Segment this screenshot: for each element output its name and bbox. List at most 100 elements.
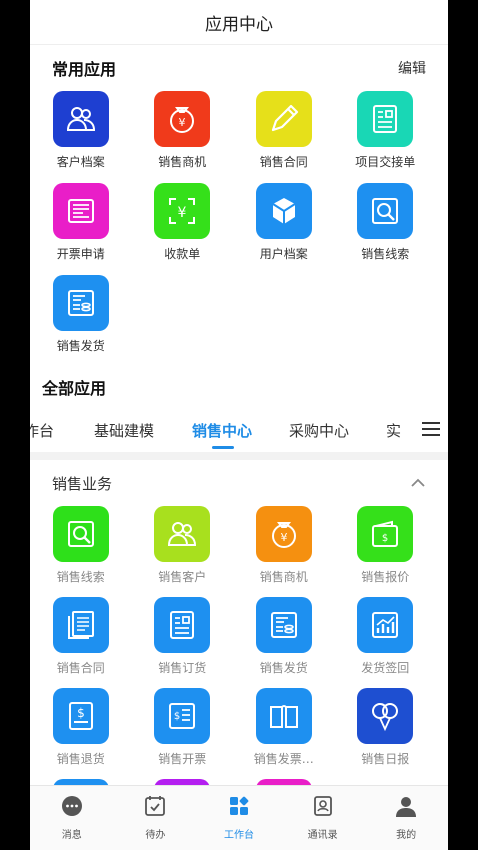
- sales-app-4[interactable]: 销售合同: [30, 597, 132, 676]
- favorites-title: 常用应用: [52, 60, 117, 79]
- wallet-icon: $: [357, 506, 414, 562]
- active-tab-indicator: [212, 446, 234, 449]
- balloons-icon: [357, 688, 414, 744]
- cube-icon: [255, 183, 312, 239]
- sales-app-2[interactable]: ¥ 销售商机: [233, 506, 335, 585]
- app-label: 销售客户: [158, 570, 207, 584]
- sales-app-6[interactable]: 销售发货: [233, 597, 335, 676]
- nav-item-2[interactable]: 工作台: [197, 786, 281, 850]
- app-label: 销售开票: [158, 752, 207, 766]
- sales-app-7[interactable]: 发货签回: [335, 597, 437, 676]
- category-tabs: 作台 基础建模 销售中心 采购中心 实: [30, 406, 448, 452]
- nav-item-3[interactable]: 通讯录: [281, 786, 365, 850]
- search-doc-icon: [52, 506, 109, 562]
- app-label: 项目交接单: [355, 155, 416, 169]
- page-title: 应用中心: [30, 0, 448, 45]
- tab-basic-modeling[interactable]: 基础建模: [94, 420, 154, 441]
- menu-icon[interactable]: [422, 422, 440, 436]
- users-icon: [154, 506, 211, 562]
- app-label: 销售发货: [56, 339, 105, 353]
- svg-text:¥: ¥: [179, 116, 186, 129]
- nav-item-0[interactable]: 消息: [30, 786, 114, 850]
- sales-app-9[interactable]: $ 销售开票: [132, 688, 234, 767]
- tab-workbench[interactable]: 作台: [30, 420, 54, 441]
- sales-app-0[interactable]: 销售线索: [30, 506, 132, 585]
- all-apps-title: 全部应用: [42, 379, 107, 398]
- invoice-icon: [52, 183, 109, 239]
- delivery-doc-icon: [255, 597, 312, 653]
- tab-sales-center[interactable]: 销售中心: [192, 420, 252, 441]
- app-label: 销售线索: [361, 247, 410, 261]
- nav-label: 工作台: [223, 830, 254, 841]
- all-apps-header: 全部应用: [30, 368, 448, 406]
- app-label: 销售退货: [56, 752, 105, 766]
- nav-label: 通讯录: [307, 830, 338, 841]
- app-label: 用户档案: [259, 247, 308, 261]
- checklist-icon: [143, 794, 167, 822]
- svg-text:$: $: [382, 533, 388, 544]
- tab-purchase-center[interactable]: 采购中心: [289, 420, 349, 441]
- edit-button[interactable]: 编辑: [398, 58, 426, 78]
- fav-app-8[interactable]: 销售发货: [30, 275, 132, 354]
- chat-icon: [60, 794, 84, 822]
- fav-app-3[interactable]: 项目交接单: [335, 91, 437, 170]
- yuan-scan-icon: ¥: [154, 183, 211, 239]
- section-divider: [30, 452, 448, 460]
- nav-label: 消息: [61, 830, 82, 841]
- nav-label: 我的: [396, 830, 417, 841]
- sales-app-11[interactable]: 销售日报: [335, 688, 437, 767]
- return-doc-icon: $: [52, 688, 109, 744]
- app-label: 发货签回: [361, 661, 410, 675]
- fav-app-6[interactable]: 用户档案: [233, 183, 335, 262]
- users-icon: [52, 91, 109, 147]
- sales-app-5[interactable]: 销售订货: [132, 597, 234, 676]
- chart-icon: [357, 597, 414, 653]
- app-label: 收款单: [164, 247, 201, 261]
- bottom-navigation: 消息 待办 工作台 通讯录 我的: [30, 785, 448, 850]
- app-label: 销售报价: [361, 570, 410, 584]
- fav-app-1[interactable]: ¥ 销售商机: [132, 91, 234, 170]
- app-label: 销售发票…: [253, 752, 314, 766]
- svg-text:$: $: [77, 706, 85, 720]
- sales-app-8[interactable]: $ 销售退货: [30, 688, 132, 767]
- delivery-doc-icon: [52, 275, 109, 331]
- document-icon: [357, 91, 414, 147]
- money-bag-icon: ¥: [255, 506, 312, 562]
- contacts-icon: [311, 794, 335, 822]
- nav-item-1[interactable]: 待办: [114, 786, 198, 850]
- svg-text:¥: ¥: [280, 531, 287, 544]
- left-letterbox: [0, 0, 30, 850]
- svg-text:$: $: [174, 711, 180, 722]
- document-icon: [154, 597, 211, 653]
- chevron-up-icon[interactable]: [410, 478, 426, 488]
- nav-label: 待办: [145, 830, 166, 841]
- fav-app-5[interactable]: ¥ 收款单: [132, 183, 234, 262]
- favorites-header: 常用应用 编辑: [30, 45, 448, 91]
- sales-header: 销售业务: [30, 460, 448, 506]
- app-label: 销售合同: [259, 155, 308, 169]
- app-label: 客户档案: [56, 155, 105, 169]
- fav-app-0[interactable]: 客户档案: [30, 91, 132, 170]
- fav-app-2[interactable]: 销售合同: [233, 91, 335, 170]
- fav-app-4[interactable]: 开票申请: [30, 183, 132, 262]
- tab-more[interactable]: 实: [386, 420, 401, 441]
- pencil-icon: [255, 91, 312, 147]
- sales-app-1[interactable]: 销售客户: [132, 506, 234, 585]
- app-screen: 应用中心 常用应用 编辑 客户档案 ¥ 销售商机 销售合同 项目交接单 开票申请 ¥ 收款单用…: [30, 0, 448, 850]
- sales-app-10[interactable]: 销售发票…: [233, 688, 335, 767]
- sales-app-3[interactable]: $ 销售报价: [335, 506, 437, 585]
- nav-item-4[interactable]: 我的: [364, 786, 448, 850]
- fav-app-7[interactable]: 销售线索: [335, 183, 437, 262]
- workbench-icon: [227, 794, 251, 822]
- app-label: 开票申请: [56, 247, 105, 261]
- favorites-grid: 客户档案 ¥ 销售商机 销售合同 项目交接单开票申请 ¥ 收款单 用户档案 销售线索销售发货: [30, 91, 448, 354]
- right-letterbox: [448, 0, 478, 850]
- app-label: 销售日报: [361, 752, 410, 766]
- app-label: 销售订货: [158, 661, 207, 675]
- money-bag-icon: ¥: [154, 91, 211, 147]
- app-label: 销售商机: [259, 570, 308, 584]
- sales-title: 销售业务: [52, 474, 113, 493]
- contract-icon: [52, 597, 109, 653]
- app-label: 销售商机: [158, 155, 207, 169]
- app-label: 销售发货: [259, 661, 308, 675]
